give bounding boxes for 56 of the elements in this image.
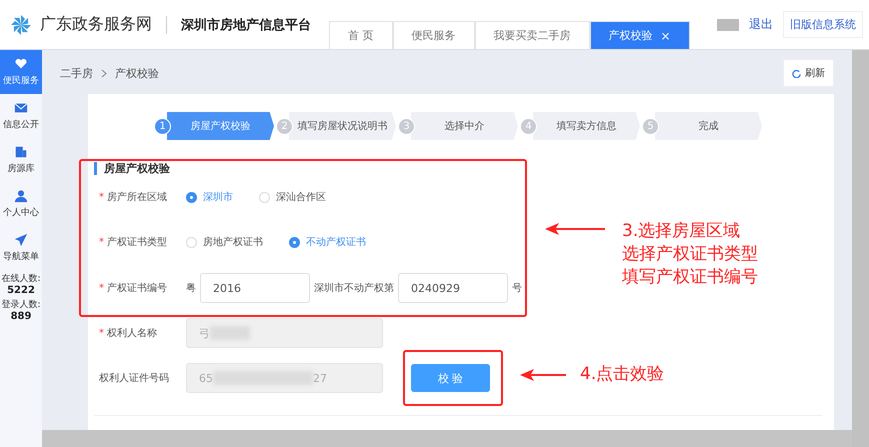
old-system-button[interactable]: 旧版信息系统	[783, 11, 863, 38]
input-field[interactable]: 0240929	[398, 273, 508, 303]
sidebar-item[interactable]: 导航菜单	[0, 226, 42, 270]
sidebar-item[interactable]: 便民服务	[0, 50, 42, 94]
stat-label: 在线人数:	[1, 272, 41, 285]
avatar-placeholder	[717, 18, 739, 30]
arrow-drawing	[520, 369, 566, 381]
annotation-text: 4.点击效验	[580, 363, 664, 386]
radio-option[interactable]: 不动产权证书	[289, 235, 366, 249]
chevron-icon	[101, 68, 107, 78]
field-label: 产权证书编号	[107, 282, 167, 295]
stat-value: 5222	[7, 285, 35, 296]
refresh-icon	[792, 68, 801, 78]
building-icon	[14, 145, 28, 159]
step: 1 房屋产权校验	[154, 112, 274, 140]
prefix-text: 粤	[186, 282, 196, 295]
sidebar-item[interactable]: 房源库	[0, 138, 42, 182]
suffix-text: 号	[512, 282, 522, 295]
sidebar-item[interactable]: 个人中心	[0, 182, 42, 226]
logo-icon	[10, 14, 32, 36]
field-label: 权利人名称	[107, 326, 157, 340]
close-icon[interactable]: ×	[660, 28, 671, 42]
required-mark: *	[99, 282, 104, 294]
refresh-button[interactable]: 刷新	[783, 59, 834, 87]
heart-icon	[14, 57, 28, 71]
site-name: 广东政务服务网	[40, 14, 152, 35]
middle-text: 深圳市不动产权第	[314, 282, 394, 295]
tab[interactable]: 我要买卖二手房	[474, 21, 590, 49]
radio-option[interactable]: 房地产权证书	[186, 235, 263, 249]
logout-link[interactable]: 退出	[749, 16, 773, 33]
required-mark: *	[99, 328, 104, 338]
required-mark: *	[99, 236, 104, 248]
send-icon	[14, 233, 28, 247]
mail-icon	[14, 101, 28, 115]
tab[interactable]: 产权校验 ×	[590, 21, 690, 49]
field-label: 产权证书类型	[107, 236, 167, 249]
radio-option[interactable]: 深圳市	[186, 190, 233, 204]
annotation-text: 3.选择房屋区域 选择产权证书类型 填写产权证书编号	[622, 220, 758, 289]
radio-option[interactable]: 深汕合作区	[259, 190, 326, 204]
platform-name: 深圳市房地产信息平台	[181, 16, 311, 34]
scrollbar[interactable]	[42, 430, 852, 447]
tab[interactable]: 首 页	[329, 21, 392, 49]
input-field[interactable]: 2016	[200, 273, 310, 303]
scrollbar[interactable]	[852, 50, 869, 447]
stat-label: 登录人数:	[1, 298, 41, 311]
user-icon	[14, 189, 28, 203]
required-mark: *	[99, 192, 104, 202]
breadcrumb-item[interactable]: 二手房	[60, 66, 93, 80]
stat-value: 889	[10, 311, 32, 322]
section-title: 房屋产权校验	[94, 162, 834, 175]
field-label: 房产所在区域	[107, 190, 167, 204]
arrow-drawing	[545, 223, 605, 235]
tab[interactable]: 便民服务	[392, 21, 474, 49]
breadcrumb-item: 产权校验	[115, 66, 159, 80]
field-label: 权利人证件号码	[99, 372, 169, 385]
sidebar-item[interactable]: 信息公开	[0, 94, 42, 138]
